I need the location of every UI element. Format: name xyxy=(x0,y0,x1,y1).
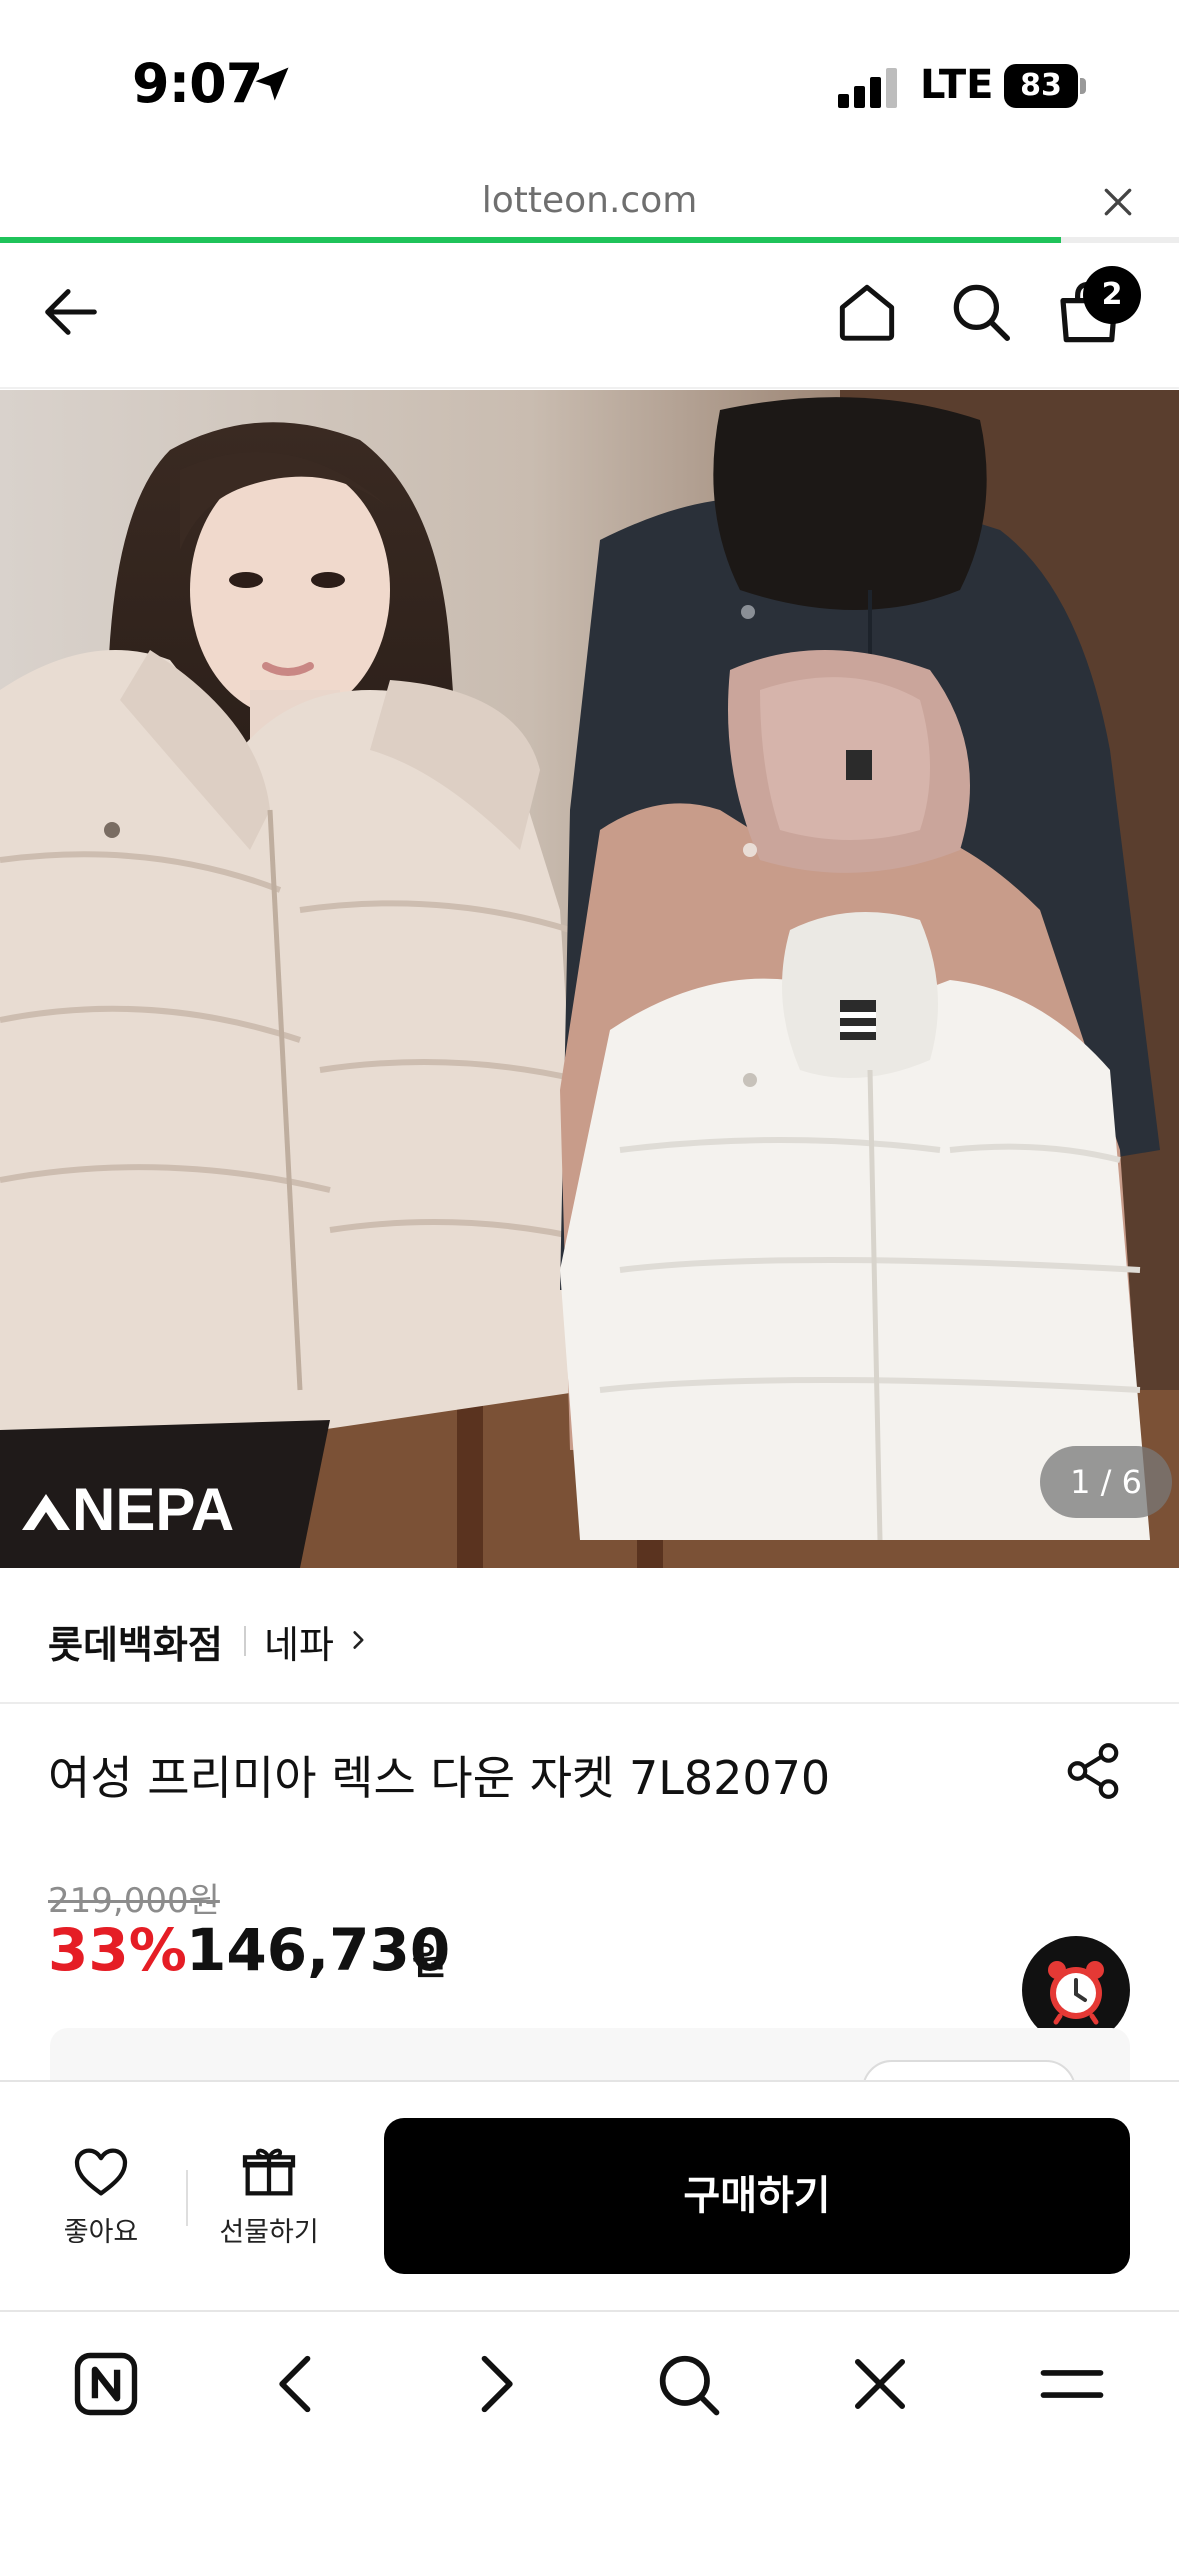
status-bar: 9:07 LTE 83 xyxy=(0,0,1179,160)
url-bar[interactable]: lotteon.com xyxy=(0,160,1179,242)
back-arrow-icon[interactable] xyxy=(36,277,106,347)
brand-link[interactable]: 네파 xyxy=(264,1614,334,1669)
search-icon[interactable] xyxy=(944,275,1018,349)
browser-toolbar xyxy=(0,2310,1179,2556)
image-counter: 1 / 6 xyxy=(1040,1446,1172,1518)
sale-price: 146,730 xyxy=(186,1916,451,1984)
gift-icon xyxy=(242,2148,296,2196)
close-icon[interactable] xyxy=(1098,182,1138,222)
app-header xyxy=(0,243,1179,389)
original-price: 219,000원 xyxy=(48,1881,220,1921)
home-icon[interactable] xyxy=(830,275,904,349)
battery-cap xyxy=(1080,78,1086,94)
search-icon[interactable] xyxy=(650,2346,726,2422)
action-divider xyxy=(186,2170,188,2226)
brand-divider xyxy=(244,1626,246,1656)
buy-button[interactable]: 구매하기 xyxy=(384,2118,1130,2274)
brand-row: 롯데백화점 네파 xyxy=(0,1568,1179,1704)
share-icon[interactable] xyxy=(1062,1740,1124,1802)
gift-label: 선물하기 xyxy=(219,2217,319,2248)
product-photo: NEPA xyxy=(0,390,1179,1568)
naver-n-icon[interactable] xyxy=(68,2346,144,2422)
heart-icon xyxy=(74,2148,128,2196)
cart-count-badge[interactable]: 2 xyxy=(1083,266,1141,324)
discount-rate: 33% xyxy=(48,1916,187,1984)
location-arrow-icon xyxy=(255,67,289,101)
close-icon[interactable] xyxy=(842,2346,918,2422)
chevron-right-icon[interactable] xyxy=(346,1624,372,1656)
url-text[interactable]: lotteon.com xyxy=(0,180,1179,221)
chevron-left-icon[interactable] xyxy=(260,2346,336,2422)
chevron-right-icon[interactable] xyxy=(456,2346,532,2422)
like-label: 좋아요 xyxy=(63,2217,139,2248)
product-title: 여성 프리미아 렉스 다운 자켓 7L82070 xyxy=(48,1751,831,1805)
store-name[interactable]: 롯데백화점 xyxy=(48,1614,223,1669)
product-image[interactable]: NEPA xyxy=(0,390,1179,1568)
signal-icon xyxy=(838,68,897,108)
currency-unit: 원 xyxy=(412,1939,447,1983)
gift-button[interactable]: 선물하기 xyxy=(204,2140,334,2260)
nepa-logo-text: NEPA xyxy=(72,1476,234,1543)
battery-icon: 83 xyxy=(1004,64,1086,108)
menu-icon[interactable] xyxy=(1034,2346,1110,2422)
like-button[interactable]: 좋아요 xyxy=(40,2140,162,2260)
status-time: 9:07 xyxy=(132,52,263,115)
battery-level: 83 xyxy=(1004,64,1078,108)
network-type: LTE xyxy=(920,62,994,108)
